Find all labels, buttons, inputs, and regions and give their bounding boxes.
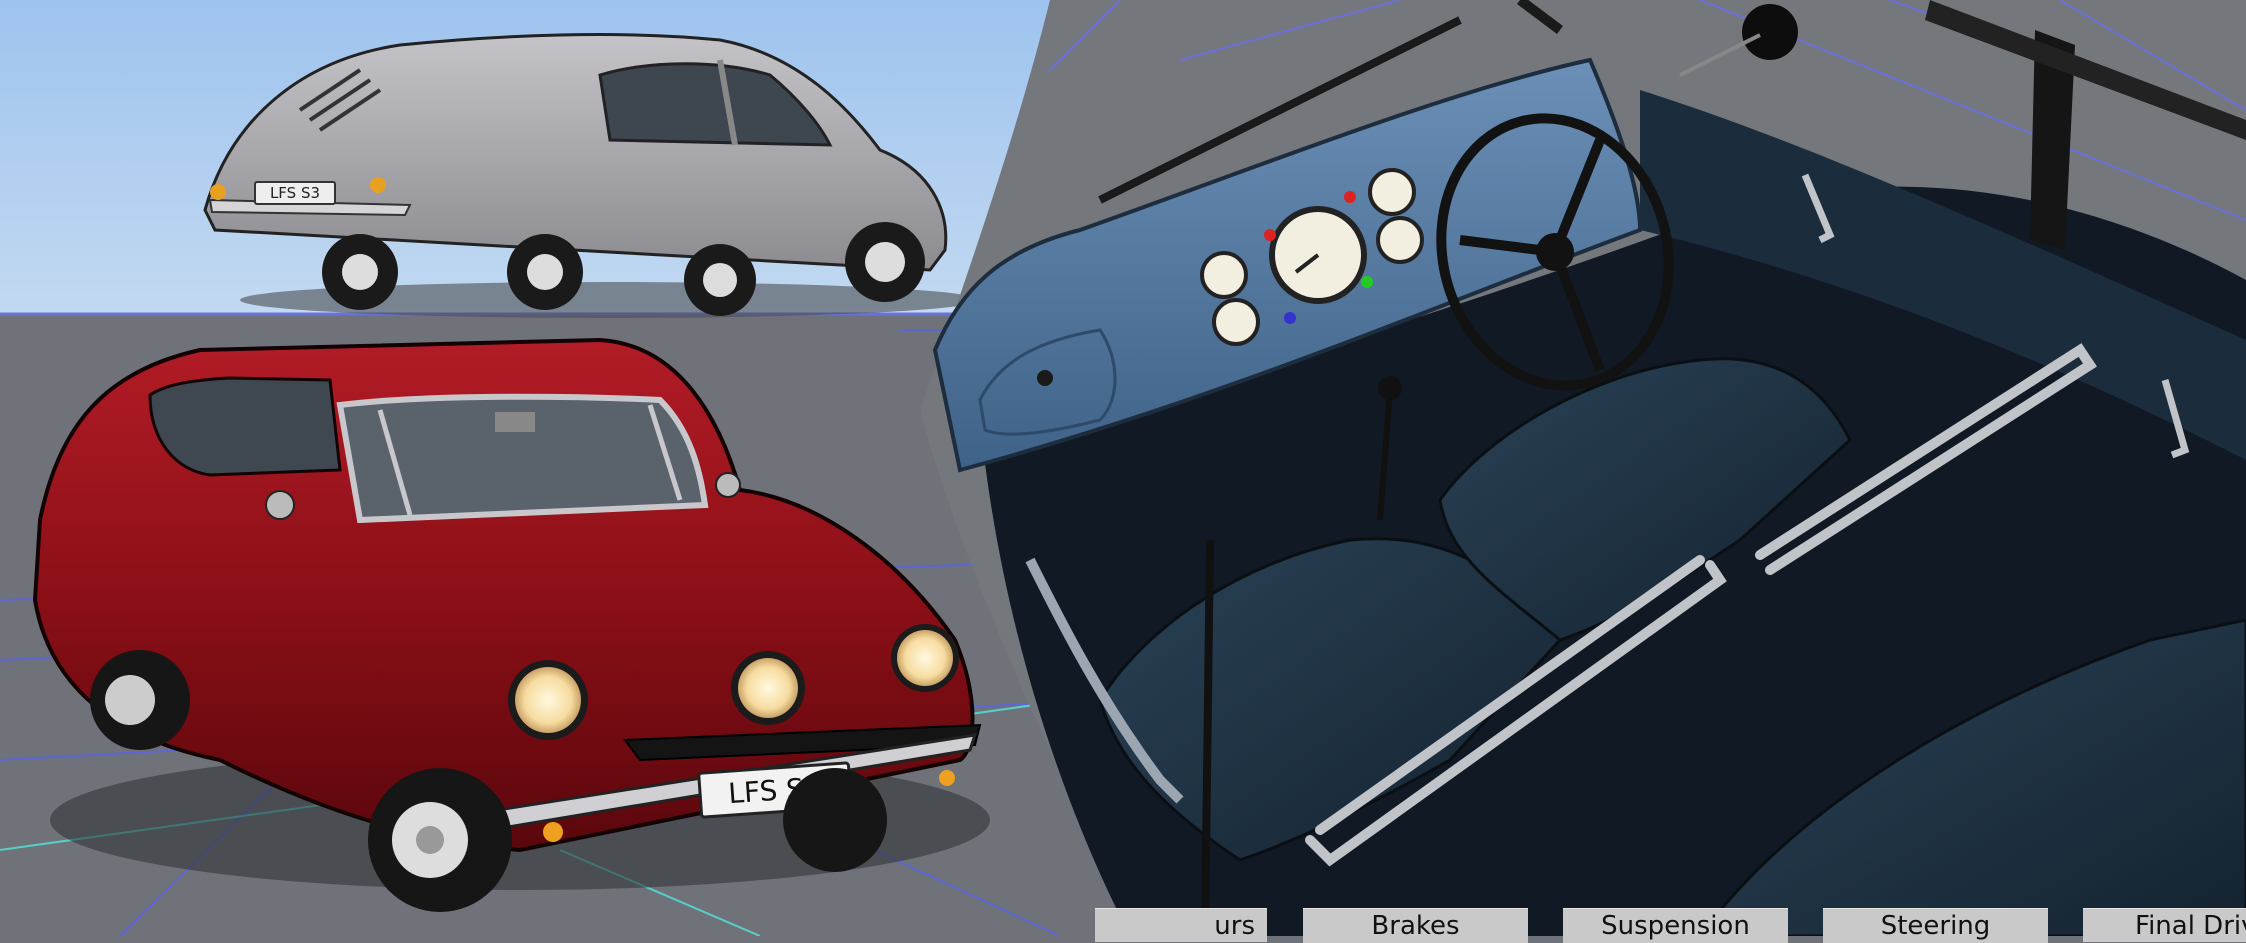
vehicle-viewport: LFS S3 LFS S3 (0, 0, 2246, 936)
tab-brakes[interactable]: Brakes (1303, 908, 1528, 943)
tab-gears[interactable]: urs (1095, 908, 1267, 942)
interior-view (920, 0, 2246, 936)
tab-final-drive[interactable]: Final Driv (2083, 908, 2246, 942)
tab-steering[interactable]: Steering (1823, 908, 2048, 943)
tab-suspension[interactable]: Suspension (1563, 908, 1788, 943)
rear-plate-text: LFS S3 (270, 184, 320, 202)
